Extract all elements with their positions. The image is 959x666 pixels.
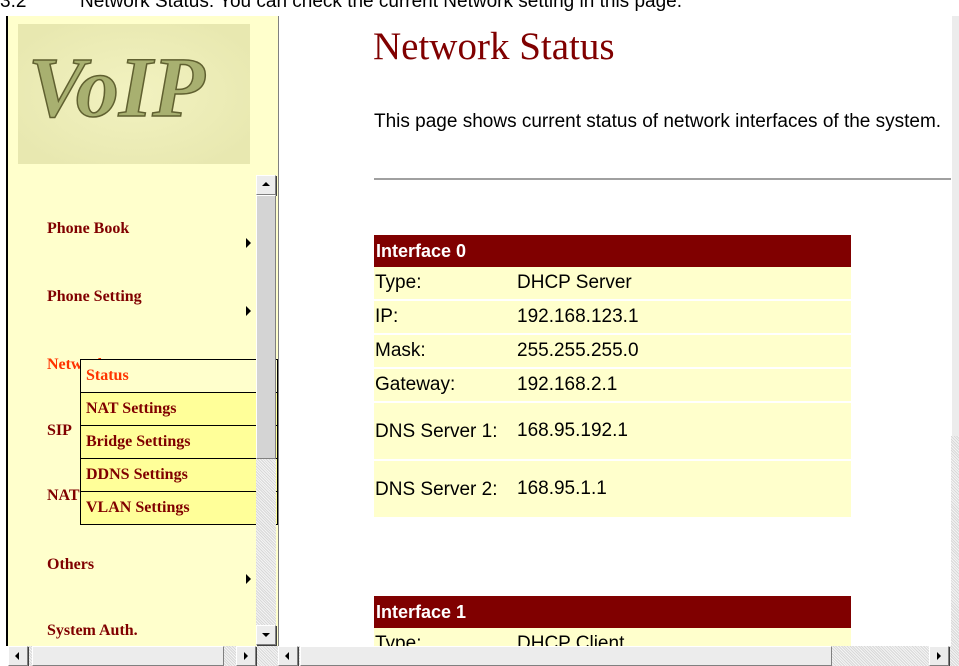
document-caption: 3.2 Network Status: You can check the cu… — [0, 0, 959, 13]
table-row: Gateway: 192.168.2.1 — [374, 368, 851, 403]
caption-number: 3.2 — [0, 0, 27, 12]
arrow-right-icon — [937, 652, 941, 660]
row-value: 168.95.1.1 — [516, 460, 851, 519]
scrollbar-thumb[interactable] — [951, 16, 959, 436]
submenu-item-ddns-settings[interactable]: DDNS Settings — [81, 458, 277, 491]
scroll-up-button[interactable] — [256, 175, 276, 195]
scroll-right-button[interactable] — [929, 646, 949, 666]
row-key: IP: — [374, 300, 516, 335]
content-vertical-scrollbar[interactable] — [951, 16, 959, 646]
scroll-left-button[interactable] — [278, 646, 298, 666]
row-key: Mask: — [374, 334, 516, 369]
arrow-left-icon — [15, 652, 19, 660]
arrow-left-icon — [285, 652, 289, 660]
chevron-right-icon — [246, 238, 251, 248]
frame-divider — [278, 16, 279, 646]
row-key: Type: — [374, 628, 516, 646]
caption-text: Network Status: You can check the curren… — [80, 0, 682, 12]
scrollbar-thumb[interactable] — [300, 646, 832, 666]
arrow-down-icon — [262, 633, 270, 637]
network-submenu: Status NAT Settings Bridge Settings DDNS… — [80, 359, 278, 525]
scroll-left-button[interactable] — [8, 646, 28, 666]
page-title: Network Status — [373, 25, 615, 68]
submenu-item-bridge-settings[interactable]: Bridge Settings — [81, 425, 277, 458]
sidebar-item-sip[interactable]: SIP — [47, 422, 72, 440]
row-key: Type: — [374, 267, 516, 301]
interface-1-clip: Interface 1 Type: DHCP Client — [374, 596, 851, 646]
table-row: IP: 192.168.123.1 — [374, 300, 851, 335]
horizontal-rule — [374, 178, 954, 181]
row-value: DHCP Server — [516, 267, 851, 301]
chevron-right-icon — [246, 574, 251, 584]
row-value: 168.95.192.1 — [516, 402, 851, 461]
scroll-down-button[interactable] — [256, 625, 276, 645]
row-key: DNS Server 1: — [374, 402, 516, 461]
row-key: Gateway: — [374, 368, 516, 403]
sidebar-item-nat[interactable]: NAT — [47, 487, 80, 505]
sidebar-item-system-auth[interactable]: System Auth. — [47, 622, 138, 640]
row-value: DHCP Client — [516, 628, 851, 646]
voip-logo: VoIP — [18, 24, 250, 164]
row-value: 192.168.123.1 — [516, 300, 851, 335]
sidebar-item-phone-setting[interactable]: Phone Setting — [47, 288, 142, 306]
arrow-right-icon — [244, 652, 248, 660]
intro-container: This page shows current status of networ… — [374, 108, 954, 168]
table-row: DNS Server 1: 168.95.192.1 — [374, 402, 851, 461]
chevron-right-icon — [246, 306, 251, 316]
logo-text: VoIP — [28, 39, 206, 135]
sidebar-horizontal-scrollbar[interactable] — [8, 646, 278, 666]
table-row: DNS Server 2: 168.95.1.1 — [374, 460, 851, 519]
content-horizontal-scrollbar[interactable] — [278, 646, 959, 666]
sidebar-vertical-scrollbar[interactable] — [256, 175, 276, 645]
interface-0-table: Interface 0 Type: DHCP Server IP: 192.16… — [374, 235, 851, 519]
row-value: 255.255.255.0 — [516, 334, 851, 369]
table-row: Type: DHCP Client — [374, 628, 851, 646]
table-row: Mask: 255.255.255.0 — [374, 334, 851, 369]
sidebar-item-phone-book[interactable]: Phone Book — [47, 220, 129, 238]
row-key: DNS Server 2: — [374, 460, 516, 519]
sidebar-item-others[interactable]: Others — [47, 556, 94, 574]
submenu-item-vlan-settings[interactable]: VLAN Settings — [81, 491, 277, 524]
interface-header: Interface 1 — [374, 596, 851, 628]
row-value: 192.168.2.1 — [516, 368, 851, 403]
submenu-item-nat-settings[interactable]: NAT Settings — [81, 392, 277, 425]
interface-1-table: Interface 1 Type: DHCP Client — [374, 596, 851, 646]
arrow-up-icon — [262, 182, 270, 186]
scrollbar-thumb[interactable] — [256, 195, 276, 459]
sidebar-frame: VoIP Phone Book Phone Setting Network SI… — [8, 16, 278, 646]
table-row: Type: DHCP Server — [374, 267, 851, 301]
scroll-right-button[interactable] — [236, 646, 256, 666]
scrollbar-thumb[interactable] — [32, 646, 224, 666]
submenu-item-status[interactable]: Status — [81, 359, 277, 392]
interface-header: Interface 0 — [374, 235, 851, 267]
page-description: This page shows current status of networ… — [374, 111, 942, 132]
